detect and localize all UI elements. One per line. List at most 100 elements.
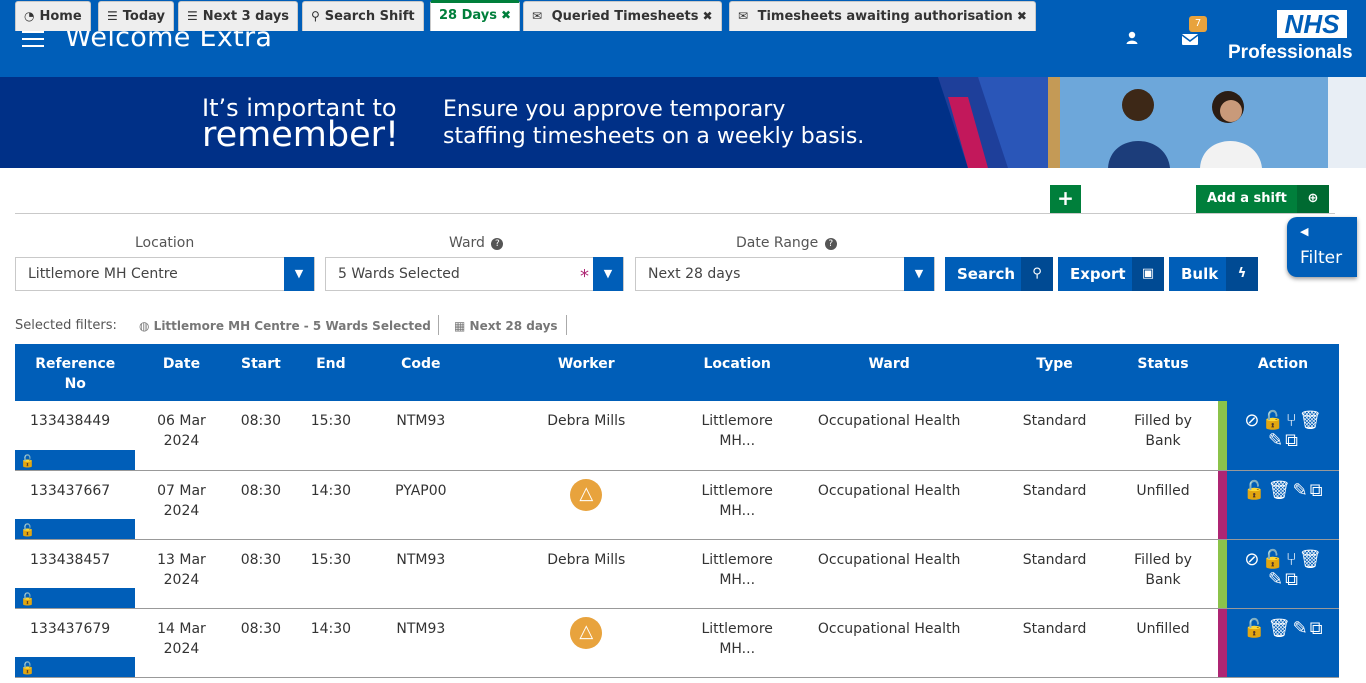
chevron-down-icon[interactable]: ▼: [593, 257, 623, 291]
col-header-reference[interactable]: Reference No: [15, 344, 137, 401]
lock-bar[interactable]: 🔓: [15, 449, 135, 470]
cell-reference: 133438449 🔓: [15, 401, 136, 471]
edit-icon[interactable]: ✎: [1293, 618, 1308, 639]
ward-select[interactable]: 5 Wards Selected * ▼: [325, 257, 624, 291]
nhs-logo-subtitle: Professionals: [1228, 42, 1353, 63]
cancel-icon[interactable]: ⊘: [1244, 549, 1259, 570]
copy-icon[interactable]: ⧉: [1285, 431, 1298, 451]
banner-heading-line2: remember!: [202, 115, 400, 155]
cell-end: 15:30: [294, 401, 367, 471]
tab-home[interactable]: ◔ Home: [15, 1, 91, 31]
table-row[interactable]: 133437679 🔓 14 Mar 2024 08:30 14:30 NTM93 …: [15, 608, 1339, 678]
trash-icon[interactable]: 🗑: [1268, 618, 1291, 639]
cell-worker[interactable]: Debra Mills: [474, 539, 698, 609]
cell-ward: Occupational Health: [776, 539, 1002, 609]
chevron-down-icon[interactable]: ▼: [904, 257, 934, 291]
close-icon[interactable]: ✖: [501, 8, 511, 22]
add-tab-button[interactable]: +: [1050, 185, 1081, 213]
tab-today[interactable]: ☰ Today: [98, 1, 174, 31]
edit-icon[interactable]: ✎: [1268, 431, 1283, 451]
split-icon[interactable]: ⑂: [1286, 411, 1297, 431]
unlock-icon[interactable]: 🔓: [1243, 480, 1265, 501]
edit-icon[interactable]: ✎: [1293, 480, 1308, 501]
cell-worker[interactable]: △: [474, 470, 698, 540]
copy-icon[interactable]: ⧉: [1285, 569, 1298, 590]
unlock-icon[interactable]: 🔓: [1261, 411, 1283, 431]
split-icon[interactable]: ⑂: [1286, 549, 1297, 570]
unassigned-warning-icon[interactable]: △: [570, 616, 603, 649]
selected-filter-location[interactable]: ◍ Littlemore MH Centre - 5 Wards Selecte…: [139, 319, 431, 333]
trash-icon[interactable]: 🗑: [1299, 411, 1322, 431]
reminder-banner: It’s important to remember! Ensure you a…: [0, 77, 1366, 168]
table-row[interactable]: 133438449 🔓 06 Mar 2024 08:30 15:30 NTM93 …: [15, 401, 1339, 471]
tab-queried-timesheets[interactable]: ✉ Queried Timesheets ✖: [523, 1, 722, 31]
cell-worker[interactable]: △: [474, 608, 698, 678]
table-row[interactable]: 133437667 🔓 07 Mar 2024 08:30 14:30 PYAP00…: [15, 470, 1339, 540]
close-icon[interactable]: ✖: [1017, 9, 1027, 23]
status-strip-filled: [1218, 539, 1228, 609]
status-line: Bank: [1145, 433, 1181, 449]
col-header-date[interactable]: Date: [135, 344, 228, 401]
cell-type: Standard: [1001, 608, 1108, 678]
col-header-end[interactable]: End: [294, 344, 368, 401]
col-header-type[interactable]: Type: [1001, 344, 1109, 401]
unlock-icon[interactable]: 🔓: [1261, 549, 1283, 570]
cell-location: Littlemore MH...: [697, 470, 777, 540]
help-icon[interactable]: ?: [491, 238, 504, 250]
col-header-code[interactable]: Code: [366, 344, 476, 401]
chevron-down-icon[interactable]: ▼: [284, 257, 314, 291]
hamburger-menu-icon[interactable]: [22, 31, 44, 48]
help-icon[interactable]: ?: [824, 238, 837, 250]
col-header-status[interactable]: Status: [1107, 344, 1219, 401]
cell-code: PYAP00: [366, 470, 475, 540]
user-icon[interactable]: [1124, 30, 1140, 46]
tab-search-shift[interactable]: ⚲ Search Shift: [302, 1, 424, 31]
lock-bar[interactable]: 🔓: [15, 587, 135, 608]
location-select[interactable]: Littlemore MH Centre ▼: [15, 257, 315, 291]
col-header-ward[interactable]: Ward: [776, 344, 1003, 401]
cell-start: 08:30: [226, 539, 295, 609]
list-icon: ☰: [107, 9, 118, 23]
cell-status: Filled by Bank: [1107, 539, 1219, 609]
cell-status: Filled by Bank: [1107, 401, 1219, 471]
export-button[interactable]: Export ▣: [1058, 257, 1164, 291]
tab-timesheets-awaiting-authorisation[interactable]: ✉ Timesheets awaiting authorisation ✖: [729, 1, 1036, 31]
notification-badge: 7: [1189, 16, 1207, 32]
cancel-icon[interactable]: ⊘: [1244, 411, 1259, 431]
copy-icon[interactable]: ⧉: [1310, 480, 1323, 501]
col-header-worker[interactable]: Worker: [474, 344, 699, 401]
lock-bar[interactable]: 🔓: [15, 518, 135, 539]
cell-ward: Occupational Health: [776, 401, 1002, 471]
unassigned-warning-icon[interactable]: △: [570, 478, 603, 511]
search-icon: ⚲: [311, 9, 320, 23]
cell-reference: 133438457 🔓: [15, 539, 136, 609]
cell-actions: ⊘ 🔓 ⑂ 🗑 ✎ ⧉: [1227, 539, 1339, 609]
cell-start: 08:30: [226, 470, 295, 540]
cell-date: 06 Mar 2024: [135, 401, 227, 471]
tab-28-days[interactable]: 28 Days ✖: [430, 0, 521, 31]
location-line: Littlemore: [701, 482, 773, 499]
edit-icon[interactable]: ✎: [1268, 569, 1283, 590]
close-icon[interactable]: ✖: [703, 9, 713, 23]
cell-type: Standard: [1001, 470, 1108, 540]
col-header-location[interactable]: Location: [697, 344, 778, 401]
search-button[interactable]: Search ⚲: [945, 257, 1053, 291]
cell-worker[interactable]: Debra Mills: [474, 401, 698, 471]
date-range-select[interactable]: Next 28 days ▼: [635, 257, 935, 291]
plus-circle-icon: ⊕: [1297, 185, 1329, 213]
trash-icon[interactable]: 🗑: [1299, 549, 1322, 570]
envelope-icon[interactable]: [1180, 30, 1200, 48]
copy-icon[interactable]: ⧉: [1310, 618, 1323, 639]
lock-bar[interactable]: 🔓: [15, 656, 135, 677]
tab-next-3-days[interactable]: ☰ Next 3 days: [178, 1, 299, 31]
bulk-button[interactable]: Bulk ϟ: [1169, 257, 1258, 291]
cell-start: 08:30: [226, 401, 295, 471]
table-row[interactable]: 133438457 🔓 13 Mar 2024 08:30 15:30 NTM93 …: [15, 539, 1339, 609]
tab-label: Next 3 days: [202, 9, 290, 24]
col-header-start[interactable]: Start: [226, 344, 296, 401]
add-shift-button[interactable]: Add a shift ⊕: [1196, 185, 1329, 213]
unlock-icon[interactable]: 🔓: [1243, 618, 1265, 639]
selected-filter-date[interactable]: ▦ Next 28 days: [454, 319, 558, 333]
filter-panel-button[interactable]: ◀ Filter: [1287, 217, 1357, 277]
trash-icon[interactable]: 🗑: [1268, 480, 1291, 501]
